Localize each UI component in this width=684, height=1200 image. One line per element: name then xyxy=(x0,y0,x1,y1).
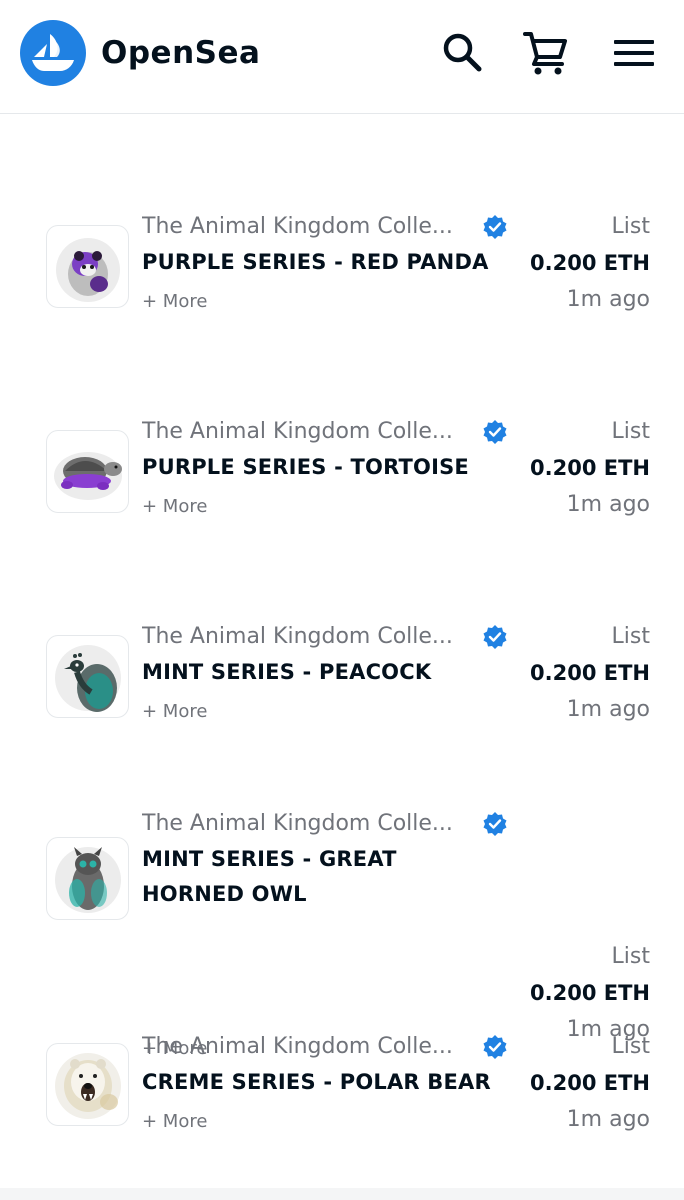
price: 0.200 ETH xyxy=(530,981,650,1005)
nft-name[interactable]: CREME SERIES - POLAR BEAR xyxy=(142,1065,492,1100)
collection-name[interactable]: The Animal Kingdom Colle... xyxy=(142,418,472,446)
timestamp[interactable]: 1m ago xyxy=(567,1106,650,1134)
nft-thumbnail[interactable] xyxy=(46,430,129,513)
collection-name[interactable]: The Animal Kingdom Colle... xyxy=(142,623,472,651)
event-type: List xyxy=(611,214,650,239)
top-nav-bar: OpenSea xyxy=(0,0,684,114)
nft-thumbnail[interactable] xyxy=(46,1043,129,1126)
event-type: List xyxy=(611,624,650,649)
more-link[interactable]: + More xyxy=(142,1110,207,1134)
price: 0.200 ETH xyxy=(530,456,650,480)
opensea-logo-icon[interactable] xyxy=(20,20,86,86)
nft-thumbnail[interactable] xyxy=(46,225,129,308)
verified-badge-icon xyxy=(482,811,508,837)
nft-name[interactable]: PURPLE SERIES - RED PANDA xyxy=(142,245,492,280)
nft-name[interactable]: MINT SERIES - PEACOCK xyxy=(142,655,492,690)
collection-name[interactable]: The Animal Kingdom Colle... xyxy=(142,810,472,838)
event-type: List xyxy=(611,1034,650,1059)
timestamp[interactable]: 1m ago xyxy=(567,286,650,314)
verified-badge-icon xyxy=(482,419,508,445)
nft-name[interactable]: MINT SERIES - GREAT HORNED OWL xyxy=(142,842,492,912)
search-icon[interactable] xyxy=(438,28,486,76)
event-type: List xyxy=(611,944,650,969)
more-link[interactable]: + More xyxy=(142,495,207,519)
brand-name[interactable]: OpenSea xyxy=(101,30,260,76)
nft-name[interactable]: PURPLE SERIES - TORTOISE xyxy=(142,450,492,485)
timestamp[interactable]: 1m ago xyxy=(567,491,650,519)
price: 0.200 ETH xyxy=(530,661,650,685)
nft-thumbnail[interactable] xyxy=(46,635,129,718)
bottom-edge xyxy=(0,1188,684,1200)
price: 0.200 ETH xyxy=(530,251,650,275)
more-link[interactable]: + More xyxy=(142,290,207,314)
verified-badge-icon xyxy=(482,214,508,240)
event-type: List xyxy=(611,419,650,444)
more-link[interactable]: + More xyxy=(142,700,207,724)
verified-badge-icon xyxy=(482,624,508,650)
collection-name[interactable]: The Animal Kingdom Colle... xyxy=(142,213,472,241)
timestamp[interactable]: 1m ago xyxy=(567,696,650,724)
collection-name[interactable]: The Animal Kingdom Colle... xyxy=(142,1033,472,1061)
nft-thumbnail[interactable] xyxy=(46,837,129,920)
hamburger-menu-icon[interactable] xyxy=(610,28,658,76)
price: 0.200 ETH xyxy=(530,1071,650,1095)
verified-badge-icon xyxy=(482,1034,508,1060)
cart-icon[interactable] xyxy=(522,28,570,76)
